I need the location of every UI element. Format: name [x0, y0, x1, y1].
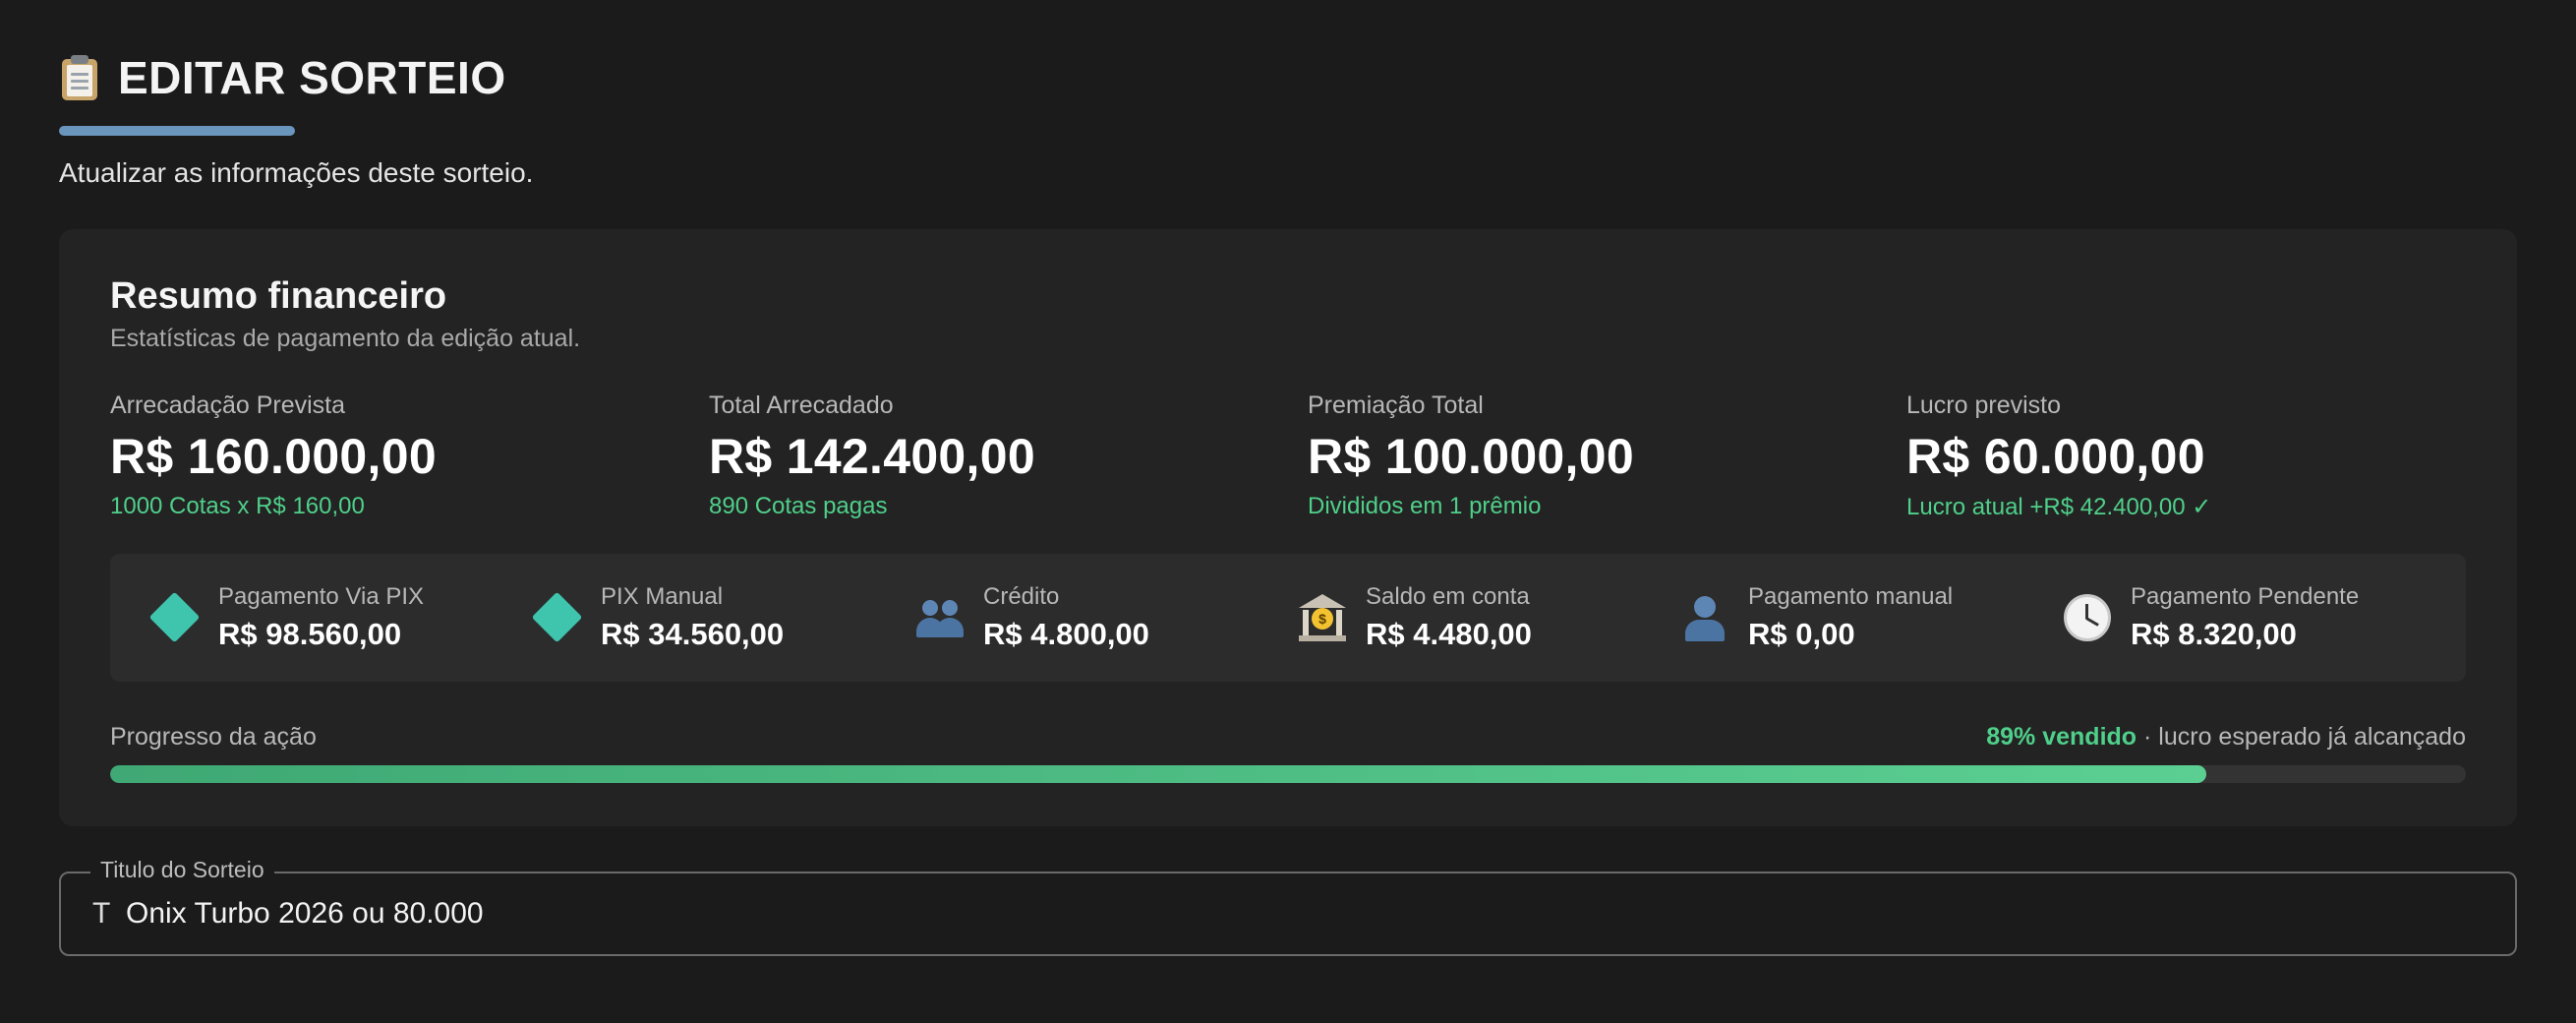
payment-value: R$ 4.800,00 — [983, 617, 1149, 651]
stat-note: Divididos em 1 prêmio — [1308, 493, 1542, 519]
stat-expected-profit: Lucro previsto R$ 60.000,00 Lucro atual … — [1906, 391, 2457, 521]
progress-fill — [110, 765, 2207, 783]
payment-value: R$ 0,00 — [1748, 617, 1855, 651]
stat-value: R$ 60.000,00 — [1906, 429, 2205, 484]
payment-label: Saldo em conta — [1366, 583, 1530, 610]
payment-value: R$ 98.560,00 — [218, 617, 402, 651]
progress-label: Progresso da ação — [110, 723, 317, 751]
clipboard-icon — [59, 55, 100, 100]
stat-note: Lucro atual +R$ 42.400,00 ✓ — [1906, 494, 2212, 520]
progress-status-text: · lucro esperado já alcançado — [2137, 723, 2466, 751]
pix-icon — [531, 591, 583, 643]
stat-total-collected: Total Arrecadado R$ 142.400,00 890 Cotas… — [709, 391, 1259, 520]
progress-bar — [110, 765, 2466, 783]
stat-note: 1000 Cotas x R$ 160,00 — [110, 493, 365, 519]
stat-label: Premiação Total — [1308, 391, 1484, 419]
card-subtitle: Estatísticas de pagamento da edição atua… — [110, 325, 581, 352]
raffle-title-label: Titulo do Sorteio — [90, 857, 274, 883]
stat-total-prize: Premiação Total R$ 100.000,00 Divididos … — [1308, 391, 1858, 520]
stat-label: Total Arrecadado — [709, 391, 894, 419]
text-type-icon: T — [92, 897, 111, 930]
stat-expected-revenue: Arrecadação Prevista R$ 160.000,00 1000 … — [110, 391, 661, 520]
raffle-title-field: Titulo do Sorteio T — [59, 857, 2517, 956]
title-underline — [59, 126, 295, 136]
users-icon — [914, 592, 966, 643]
stat-value: R$ 100.000,00 — [1308, 429, 1634, 484]
stat-label: Lucro previsto — [1906, 391, 2062, 419]
pix-icon — [148, 591, 201, 643]
payment-pending: Pagamento Pendente R$ 8.320,00 — [2062, 554, 2359, 682]
payment-manual: Pagamento manual R$ 0,00 — [1679, 554, 1953, 682]
payment-label: Pagamento Via PIX — [218, 583, 425, 610]
stat-value: R$ 160.000,00 — [110, 429, 437, 484]
progress-percent: 89% vendido — [1986, 723, 2137, 751]
card-title: Resumo financeiro — [110, 275, 447, 317]
payment-value: R$ 34.560,00 — [601, 617, 785, 651]
clock-icon — [2062, 592, 2113, 643]
payment-pix-manual: PIX Manual R$ 34.560,00 — [531, 554, 785, 682]
bank-icon: $ — [1297, 592, 1348, 643]
raffle-title-input[interactable] — [126, 887, 2486, 940]
user-icon — [1679, 592, 1730, 643]
page-subtitle: Atualizar as informações deste sorteio. — [59, 157, 534, 188]
financial-summary-card: Resumo financeiro Estatísticas de pagame… — [59, 229, 2517, 826]
stat-note: 890 Cotas pagas — [709, 493, 888, 519]
page-header: EDITAR SORTEIO — [59, 51, 506, 104]
payment-label: PIX Manual — [601, 583, 724, 610]
payment-label: Pagamento Pendente — [2131, 583, 2360, 610]
progress-status: 89% vendido · lucro esperado já alcançad… — [1986, 723, 2466, 752]
payment-value: R$ 8.320,00 — [2131, 617, 2297, 651]
page-title: EDITAR SORTEIO — [118, 52, 506, 103]
stat-label: Arrecadação Prevista — [110, 391, 346, 419]
payment-label: Pagamento manual — [1748, 583, 1954, 610]
payment-pix: Pagamento Via PIX R$ 98.560,00 — [148, 554, 425, 682]
payment-label: Crédito — [983, 583, 1060, 610]
payment-credit: Crédito R$ 4.800,00 — [914, 554, 1149, 682]
payment-value: R$ 4.480,00 — [1366, 617, 1532, 651]
payment-account-balance: $ Saldo em conta R$ 4.480,00 — [1297, 554, 1532, 682]
edit-raffle-page: EDITAR SORTEIO Atualizar as informações … — [0, 0, 2576, 1023]
stat-value: R$ 142.400,00 — [709, 429, 1035, 484]
payment-breakdown: Pagamento Via PIX R$ 98.560,00 PIX Manua… — [110, 554, 2466, 682]
